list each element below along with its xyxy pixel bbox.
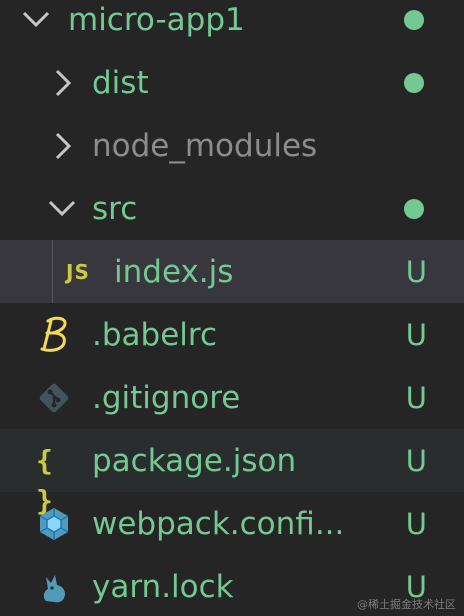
folder-label: node_modules <box>92 127 318 164</box>
chevron-right-icon[interactable] <box>52 67 76 99</box>
file-label: index.js <box>114 253 234 290</box>
untracked-badge: U <box>405 380 427 415</box>
tree-item-index-js[interactable]: JS index.js U <box>0 240 464 303</box>
untracked-badge: U <box>405 317 427 352</box>
modified-dot-indicator <box>404 9 424 30</box>
tree-item-dist[interactable]: dist <box>0 51 464 114</box>
untracked-badge: U <box>405 443 427 478</box>
tree-item-node-modules[interactable]: node_modules <box>0 114 464 177</box>
tree-item-babelrc[interactable]: .babelrc U <box>0 303 464 366</box>
folder-label: src <box>92 190 138 227</box>
modified-dot-indicator <box>404 72 424 93</box>
folder-label: micro-app1 <box>68 1 245 38</box>
javascript-file-icon: JS <box>66 259 90 284</box>
babel-file-icon <box>40 316 67 352</box>
tree-item-gitignore[interactable]: .gitignore U <box>0 366 464 429</box>
file-label: .gitignore <box>92 379 241 416</box>
chevron-right-icon[interactable] <box>52 130 76 162</box>
chevron-down-icon[interactable] <box>20 8 52 32</box>
tree-item-micro-app1[interactable]: micro-app1 <box>0 0 464 51</box>
file-label: package.json <box>92 442 297 479</box>
json-file-icon: { } <box>36 443 56 517</box>
file-label: webpack.confi... <box>92 505 345 542</box>
chevron-down-icon[interactable] <box>46 197 78 221</box>
file-explorer-tree: micro-app1 dist node_modules src JS inde… <box>0 0 464 616</box>
folder-label: dist <box>92 64 149 101</box>
yarn-file-icon <box>43 574 66 602</box>
file-label: yarn.lock <box>92 568 234 605</box>
tree-item-package-json[interactable]: { } package.json U <box>0 429 464 517</box>
webpack-file-icon <box>39 507 69 540</box>
tree-item-src[interactable]: src <box>0 177 464 240</box>
untracked-badge: U <box>405 506 427 541</box>
file-label: .babelrc <box>92 316 217 353</box>
tree-item-webpack-config[interactable]: webpack.confi... U <box>0 492 464 555</box>
indent-guide <box>52 240 53 303</box>
watermark-text: @稀土掘金技术社区 <box>357 598 456 611</box>
git-file-icon <box>39 383 69 412</box>
modified-dot-indicator <box>404 198 424 219</box>
untracked-badge: U <box>405 254 427 289</box>
